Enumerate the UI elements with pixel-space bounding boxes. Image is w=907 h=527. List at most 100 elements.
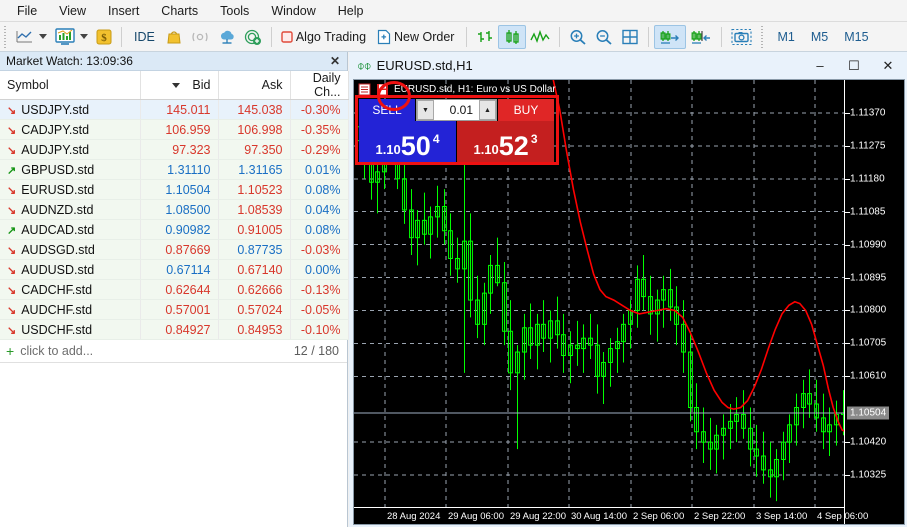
click-to-add-row[interactable]: + click to add... 12 / 180 — [0, 340, 347, 363]
volume-increase-button[interactable]: ▲ — [479, 100, 496, 120]
data-window-icon[interactable] — [358, 83, 371, 96]
menu-item-charts[interactable]: Charts — [150, 1, 209, 21]
line-chart-icon[interactable] — [526, 25, 554, 49]
zoom-out-icon[interactable] — [591, 25, 617, 49]
zoom-in-icon[interactable] — [565, 25, 591, 49]
buy-button[interactable]: BUY — [498, 99, 554, 121]
chart-profiles-icon[interactable] — [51, 25, 79, 49]
close-icon[interactable]: ✕ — [327, 54, 343, 68]
community-icon[interactable] — [240, 25, 266, 49]
table-row[interactable]: ↘ AUDCHF.std 0.57001 0.57024 -0.05% — [0, 299, 349, 320]
cell-ask: 97.350 — [218, 139, 291, 160]
menu-item-window[interactable]: Window — [260, 1, 326, 21]
new-chart-icon[interactable] — [12, 25, 38, 49]
menu-item-view[interactable]: View — [48, 1, 97, 21]
ide-icon[interactable]: IDE — [127, 25, 162, 49]
price-tick-mark — [844, 244, 850, 246]
trend-arrow-icon: ↗ — [7, 224, 17, 237]
sell-button[interactable]: SELL — [359, 99, 415, 121]
price-tick-label: 1.10420 — [850, 436, 887, 448]
minimize-button[interactable]: – — [803, 54, 837, 78]
table-row[interactable]: ↘ CADJPY.std 106.959 106.998 -0.35% — [0, 119, 349, 140]
cell-symbol: ↘ CADJPY.std — [0, 119, 141, 140]
volume-value[interactable]: 0.01 — [434, 103, 479, 117]
buy-price-display[interactable]: 1.10 52 3 — [457, 121, 554, 163]
price-tick-label: 1.10610 — [850, 370, 887, 382]
save-chart-icon[interactable] — [376, 83, 389, 96]
new-order-button[interactable]: New Order — [373, 25, 461, 49]
column-header-symbol[interactable]: Symbol — [0, 71, 141, 100]
cell-ask: 0.62666 — [218, 279, 291, 300]
menu-item-tools[interactable]: Tools — [209, 1, 260, 21]
table-row[interactable]: ↘ EURUSD.std 1.10504 1.10523 0.08% — [0, 179, 349, 200]
symbol-count: 12 / 180 — [293, 344, 339, 358]
auto-scroll-icon[interactable] — [654, 24, 687, 49]
trend-arrow-icon: ↘ — [7, 304, 17, 317]
vps-icon[interactable] — [214, 25, 240, 49]
column-header-ask[interactable]: Ask — [218, 71, 291, 100]
toolbar-grip[interactable] — [2, 25, 9, 48]
sell-price-fraction: 4 — [432, 132, 440, 146]
volume-stepper[interactable]: ▼ 0.01 ▲ — [416, 99, 497, 121]
cell-bid: 106.959 — [140, 119, 219, 140]
cell-daily-change: -0.05% — [290, 299, 349, 320]
chart-shift-icon[interactable] — [686, 25, 716, 49]
trend-arrow-icon: ↘ — [7, 184, 17, 197]
close-button[interactable]: ✕ — [871, 54, 905, 78]
symbol-label: AUDJPY.std — [21, 142, 90, 157]
accounts-icon[interactable]: $ — [92, 25, 116, 49]
time-scale[interactable]: 28 Aug 2024 29 Aug 06:00 29 Aug 22:00 30 Au… — [354, 507, 868, 524]
price-tick-label: 1.11275 — [850, 140, 886, 152]
timeframe-m15[interactable]: M15 — [836, 27, 876, 47]
column-header-daily-change[interactable]: Daily Ch... — [290, 71, 349, 100]
algo-trading-label: Algo Trading — [295, 29, 367, 44]
bar-chart-icon[interactable] — [472, 25, 498, 49]
cell-ask: 0.84953 — [218, 319, 291, 340]
trend-arrow-icon: ↘ — [7, 324, 17, 337]
screenshot-icon[interactable] — [727, 25, 757, 49]
price-tick-label: 1.11180 — [850, 173, 885, 185]
chart-canvas[interactable]: EURUSD.std, H1: Euro vs US Dollar SELL ▼… — [353, 79, 905, 525]
menu-bar: File View Insert Charts Tools Window Hel… — [0, 0, 907, 22]
cell-symbol: ↘ EURUSD.std — [0, 179, 141, 200]
svg-text:$: $ — [101, 32, 107, 44]
table-row[interactable]: ↘ AUDUSD.std 0.67114 0.67140 0.00% — [0, 259, 349, 280]
cell-ask: 145.038 — [218, 99, 291, 120]
symbol-label: CADJPY.std — [21, 122, 90, 137]
symbol-label: USDCHF.std — [21, 322, 93, 337]
price-tick-mark — [844, 442, 850, 444]
toolbar-grip-2[interactable] — [759, 25, 767, 48]
price-tick-mark — [844, 376, 850, 378]
table-row[interactable]: ↘ CADCHF.std 0.62644 0.62666 -0.13% — [0, 279, 349, 300]
volume-decrease-button[interactable]: ▼ — [417, 100, 434, 120]
signals-icon[interactable] — [186, 25, 214, 49]
table-row[interactable]: ↘ USDJPY.std 145.011 145.038 -0.30% — [0, 99, 349, 120]
menu-item-help[interactable]: Help — [327, 1, 375, 21]
menu-item-file[interactable]: File — [6, 1, 48, 21]
timeframe-m5[interactable]: M5 — [803, 27, 836, 47]
toolbar-separator — [121, 26, 122, 47]
sell-price-display[interactable]: 1.10 50 4 — [359, 121, 456, 163]
market-icon[interactable] — [162, 25, 186, 49]
table-row[interactable]: ↘ AUDJPY.std 97.323 97.350 -0.29% — [0, 139, 349, 160]
tile-windows-icon[interactable] — [617, 25, 643, 49]
cell-symbol: ↘ AUDNZD.std — [0, 199, 141, 220]
cell-ask: 106.998 — [218, 119, 291, 140]
market-watch-panel: Market Watch: 13:09:36 ✕ Symbol Bid Ask — [0, 52, 349, 527]
new-chart-dropdown-icon[interactable] — [39, 34, 47, 39]
candlestick-chart-icon[interactable] — [498, 24, 527, 49]
price-scale[interactable]: 1.11370 1.11275 1.11180 1.11085 1.10990 1.108… — [844, 80, 904, 524]
cell-bid: 0.84927 — [140, 319, 219, 340]
table-row[interactable]: ↗ AUDCAD.std 0.90982 0.91005 0.08% — [0, 219, 349, 240]
table-row[interactable]: ↘ AUDSGD.std 0.87669 0.87735 -0.03% — [0, 239, 349, 260]
maximize-button[interactable]: ☐ — [837, 54, 871, 78]
column-header-bid[interactable]: Bid — [140, 71, 219, 100]
timeframe-m1[interactable]: M1 — [769, 27, 802, 47]
chart-profiles-dropdown-icon[interactable] — [80, 34, 88, 39]
cell-ask: 0.57024 — [218, 299, 291, 320]
table-row[interactable]: ↘ USDCHF.std 0.84927 0.84953 -0.10% — [0, 319, 349, 340]
table-row[interactable]: ↘ AUDNZD.std 1.08500 1.08539 0.04% — [0, 199, 349, 220]
algo-trading-button[interactable]: Algo Trading — [277, 25, 373, 49]
menu-item-insert[interactable]: Insert — [97, 1, 150, 21]
table-row[interactable]: ↗ GBPUSD.std 1.31110 1.31165 0.01% — [0, 159, 349, 180]
